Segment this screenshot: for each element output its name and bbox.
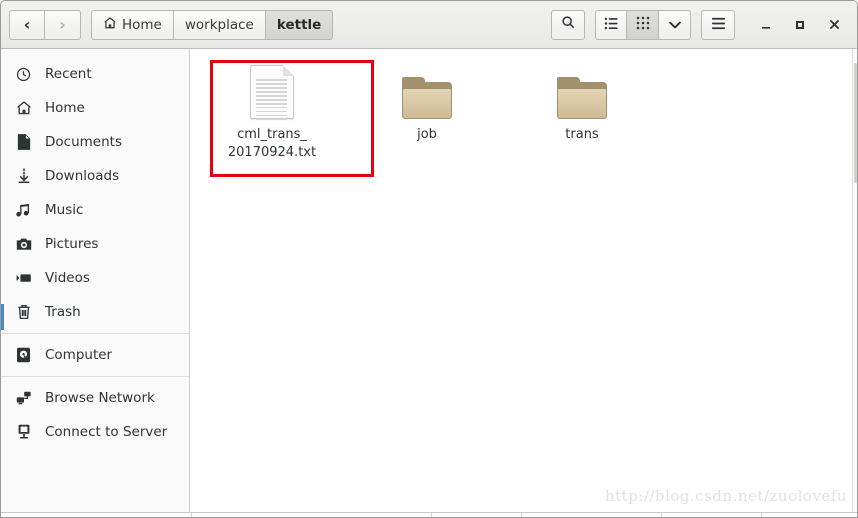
back-button[interactable]: ‹: [9, 9, 45, 40]
minimize-icon: [762, 26, 770, 29]
grid-view-button[interactable]: [627, 9, 659, 40]
sidebar-item-connect-to-server[interactable]: Connect to Server: [1, 415, 189, 449]
scrollbar-thumb[interactable]: [854, 63, 857, 183]
chevron-left-icon: ‹: [23, 14, 31, 34]
text-file-icon: [212, 57, 332, 121]
computer-disk-icon: [15, 347, 32, 364]
sidebar-label-computer: Computer: [45, 347, 113, 363]
file-label-line1: cml_trans_: [237, 127, 307, 142]
list-view-button[interactable]: [595, 9, 627, 40]
sidebar-item-pictures[interactable]: Pictures: [1, 227, 189, 261]
navigation-buttons: ‹ ›: [9, 9, 81, 40]
sidebar-label-pictures: Pictures: [45, 236, 99, 252]
forward-button[interactable]: ›: [45, 9, 81, 40]
watermark-text: http://blog.csdn.net/zuolovefu: [604, 487, 847, 505]
sidebar-separator-2: [1, 376, 189, 377]
home-icon: [103, 16, 117, 34]
file-list-area[interactable]: cml_trans_ 20170924.txt job trans http:/…: [190, 49, 857, 517]
document-icon: [15, 134, 32, 151]
folder-item-trans[interactable]: trans: [522, 57, 642, 144]
breadcrumb: Home workplace kettle: [91, 9, 334, 40]
maximize-icon: [796, 20, 804, 29]
breadcrumb-item-kettle[interactable]: kettle: [265, 9, 334, 40]
sidebar-item-downloads[interactable]: Downloads: [1, 159, 189, 193]
header-bar: ‹ › Home workplace kettle: [1, 1, 857, 49]
minimize-button[interactable]: [751, 10, 781, 40]
sidebar-label-trash: Trash: [45, 304, 81, 320]
breadcrumb-item-workplace[interactable]: workplace: [173, 9, 266, 40]
camera-icon: [15, 236, 32, 253]
download-icon: [15, 168, 32, 185]
sidebar-item-documents[interactable]: Documents: [1, 125, 189, 159]
sidebar-label-music: Music: [45, 202, 84, 218]
file-item-label: cml_trans_ 20170924.txt: [212, 126, 332, 161]
file-manager-window: ‹ › Home workplace kettle Recent Home Do…: [0, 0, 858, 518]
background-window-sliver: [1, 512, 857, 517]
breadcrumb-label-workplace: workplace: [184, 16, 254, 33]
view-options-button[interactable]: [659, 9, 691, 40]
server-icon: [15, 424, 32, 441]
hamburger-icon: [711, 15, 726, 34]
view-mode-group: [595, 9, 691, 40]
sidebar-item-music[interactable]: Music: [1, 193, 189, 227]
file-label-line2: 20170924.txt: [227, 144, 317, 160]
folder-icon: [522, 57, 642, 119]
sidebar-label-home: Home: [45, 100, 85, 116]
icon-grid: cml_trans_ 20170924.txt job trans: [190, 49, 857, 517]
toolbar-right: [551, 9, 849, 40]
sidebar-label-videos: Videos: [45, 270, 90, 286]
folder-item-label: trans: [565, 127, 599, 142]
chevron-down-icon: [668, 15, 682, 34]
search-button[interactable]: [551, 9, 585, 40]
folder-icon: [367, 57, 487, 119]
sidebar-label-documents: Documents: [45, 134, 122, 150]
close-icon: [829, 20, 839, 29]
window-body: Recent Home Documents Downloads Music Pi…: [1, 49, 857, 517]
sidebar-item-recent[interactable]: Recent: [1, 57, 189, 91]
breadcrumb-label-kettle: kettle: [276, 16, 322, 33]
clock-icon: [15, 66, 32, 83]
grid-view-icon: [636, 15, 650, 34]
sidebar: Recent Home Documents Downloads Music Pi…: [1, 49, 190, 517]
sidebar-item-computer[interactable]: Computer: [1, 338, 189, 372]
sidebar-item-home[interactable]: Home: [1, 91, 189, 125]
sidebar-item-videos[interactable]: Videos: [1, 261, 189, 295]
sidebar-item-trash[interactable]: Trash: [1, 295, 189, 329]
vertical-scrollbar[interactable]: [852, 49, 857, 517]
sidebar-separator-1: [1, 333, 189, 334]
list-view-icon: [604, 15, 619, 34]
folder-item-label: job: [417, 127, 437, 142]
sidebar-label-connect-to-server: Connect to Server: [45, 424, 168, 440]
sidebar-item-browse-network[interactable]: Browse Network: [1, 381, 189, 415]
hamburger-menu-button[interactable]: [701, 9, 735, 40]
sidebar-label-downloads: Downloads: [45, 168, 120, 184]
folder-item-job[interactable]: job: [367, 57, 487, 144]
music-note-icon: [15, 202, 32, 219]
trash-icon: [15, 304, 32, 321]
sidebar-label-recent: Recent: [45, 66, 92, 82]
search-icon: [561, 15, 576, 34]
network-icon: [15, 390, 32, 407]
close-button[interactable]: [819, 10, 849, 40]
window-controls: [751, 10, 849, 40]
video-icon: [15, 270, 32, 287]
home-icon: [15, 100, 32, 117]
chevron-right-icon: ›: [59, 14, 66, 34]
sidebar-scrollbar[interactable]: [1, 304, 4, 330]
breadcrumb-label-home: Home: [122, 16, 162, 33]
sidebar-label-browse-network: Browse Network: [45, 390, 155, 406]
file-item-cml-trans[interactable]: cml_trans_ 20170924.txt: [212, 57, 332, 161]
maximize-button[interactable]: [785, 10, 815, 40]
breadcrumb-item-home[interactable]: Home: [91, 9, 174, 40]
